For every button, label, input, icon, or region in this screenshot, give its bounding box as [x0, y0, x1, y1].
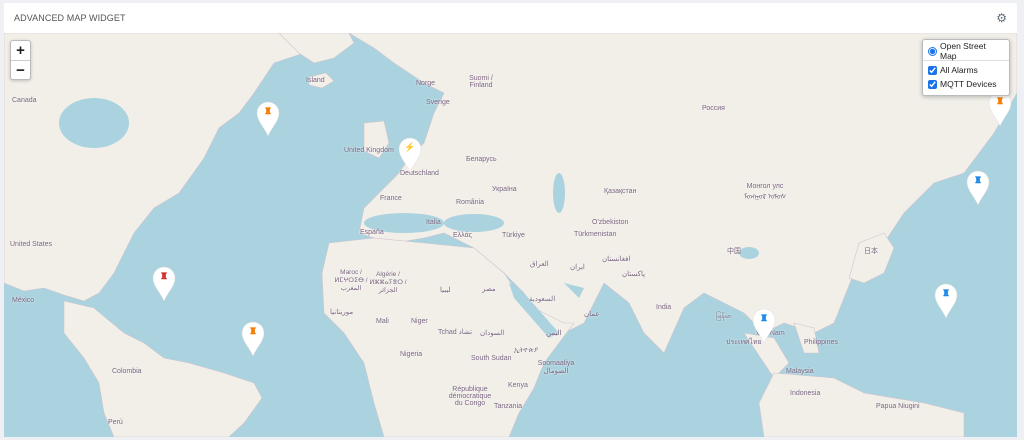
bell-alarm-icon: ♜: [973, 175, 983, 185]
map-label: Canada: [12, 97, 37, 104]
map-label: Sverige: [426, 99, 450, 106]
map-label: France: [380, 195, 402, 202]
map-label: România: [456, 199, 485, 206]
map-label: République démocratique du Congo: [448, 386, 492, 407]
bell-alarm-icon: ♜: [159, 271, 169, 281]
map-label: مصر: [482, 286, 496, 293]
map-label: افغانستان: [602, 256, 631, 263]
overlay-mqtt-devices[interactable]: MQTT Devices: [928, 77, 1004, 91]
map-label: Indonesia: [790, 390, 821, 397]
overlay-checkbox[interactable]: [928, 65, 937, 75]
map-label: India: [656, 304, 672, 311]
map-label: اليمن: [546, 330, 562, 337]
map-label: عمان: [584, 311, 600, 318]
map-label: မြန်မာ: [716, 313, 732, 320]
map-label: Norge: [416, 80, 436, 87]
map-label: Maroc / ⵍⵎⵖⵔⵉⴱ / المغرب: [334, 269, 368, 292]
map-label: Nigeria: [400, 351, 423, 358]
overlay-label: MQTT Devices: [940, 79, 997, 89]
map-label: پاکستان: [622, 271, 646, 278]
alarm-marker[interactable]: ♜: [934, 283, 958, 319]
alarm-marker[interactable]: ♜: [966, 170, 990, 206]
map-label: Tchad تشاد: [438, 329, 473, 336]
device-marker[interactable]: ⚡: [398, 137, 422, 173]
bell-alarm-icon: ♜: [941, 288, 951, 298]
map-label: Italia: [426, 219, 441, 226]
map-label: Türkiye: [502, 232, 525, 239]
map-label: Malaysia: [786, 368, 814, 375]
map-label: Монгол улс ᠮᠣᠩᠭᠣᠯ ᠤᠯᠤᠰ: [743, 183, 787, 201]
map-label: العراق: [530, 261, 549, 268]
map-label: United Kingdom: [344, 147, 394, 154]
zoom-control: + −: [10, 40, 31, 80]
map-label: Perú: [108, 419, 123, 426]
map-label: ایران: [570, 264, 585, 271]
map-label: Island: [306, 77, 325, 84]
zoom-out-button[interactable]: −: [11, 60, 30, 79]
map-label: United States: [10, 241, 53, 248]
map-label: Türkmenistan: [574, 231, 617, 238]
map-label: Suomi / Finland: [469, 75, 493, 89]
map-label: 日本: [864, 248, 878, 255]
map-label: Kenya: [508, 382, 528, 389]
map-label: Қазақстан: [604, 188, 637, 195]
alarm-marker[interactable]: ♜: [256, 101, 280, 137]
map-label: España: [360, 229, 384, 236]
map-label: Україна: [492, 186, 517, 193]
bell-alarm-icon: ♜: [995, 96, 1005, 106]
overlay-checkbox[interactable]: [928, 79, 937, 89]
map-label: ኢትዮጵያ: [514, 347, 539, 354]
map-label: Colombia: [112, 368, 142, 375]
map-label: Россия: [702, 105, 725, 112]
base-layer-label: Open Street Map: [940, 41, 986, 61]
map-label: ليبيا: [440, 287, 451, 294]
overlay-all-alarms[interactable]: All Alarms: [928, 63, 1004, 77]
alarm-marker[interactable]: ♜: [988, 91, 1012, 127]
widget-header: ADVANCED MAP WIDGET ⚙: [4, 3, 1017, 33]
map-label: السعودية: [529, 296, 556, 303]
map-label: Algérie / ⵍⵣⵣⴰⵢⴻⵔ / الجزائر: [369, 271, 407, 294]
map-label: Philippines: [804, 339, 838, 346]
bell-alarm-icon: ♜: [759, 313, 769, 323]
alarm-marker[interactable]: ♜: [152, 266, 176, 302]
map-label: Беларусь: [466, 156, 497, 163]
map-label: Soomaaliya الصومال: [537, 360, 575, 375]
alarm-marker[interactable]: ♜: [752, 308, 776, 344]
map-label: Papua Niugini: [876, 403, 920, 410]
map-label: 中国: [727, 248, 741, 255]
zoom-in-button[interactable]: +: [11, 41, 30, 60]
base-layer-radio[interactable]: [928, 46, 937, 56]
map-label: Tanzania: [494, 403, 523, 410]
base-layer-osm[interactable]: Open Street Map: [928, 41, 1004, 61]
lightning-icon: ⚡: [404, 142, 416, 152]
map-label: Mali: [376, 318, 389, 325]
map-label: México: [12, 297, 35, 304]
bell-alarm-icon: ♜: [263, 106, 273, 116]
map-label: Niger: [411, 318, 428, 325]
overlay-label: All Alarms: [940, 65, 978, 75]
map-label: Ελλάς: [453, 232, 472, 239]
map-widget-card: ADVANCED MAP WIDGET ⚙ Canada Island Norg…: [4, 3, 1017, 437]
bell-alarm-icon: ♜: [248, 326, 258, 336]
gear-icon[interactable]: ⚙: [996, 11, 1007, 25]
map-label: السودان: [480, 330, 505, 337]
map-canvas[interactable]: Canada Island Norge Suomi / Finland Sver…: [4, 33, 1017, 437]
widget-title: ADVANCED MAP WIDGET: [14, 13, 126, 23]
alarm-marker[interactable]: ♜: [241, 321, 265, 357]
map-label: O'zbekiston: [592, 219, 629, 226]
map-label: موريتانيا: [330, 309, 354, 316]
layers-control: Open Street Map All Alarms MQTT Devices: [922, 39, 1010, 96]
map-label: South Sudan: [471, 355, 512, 362]
